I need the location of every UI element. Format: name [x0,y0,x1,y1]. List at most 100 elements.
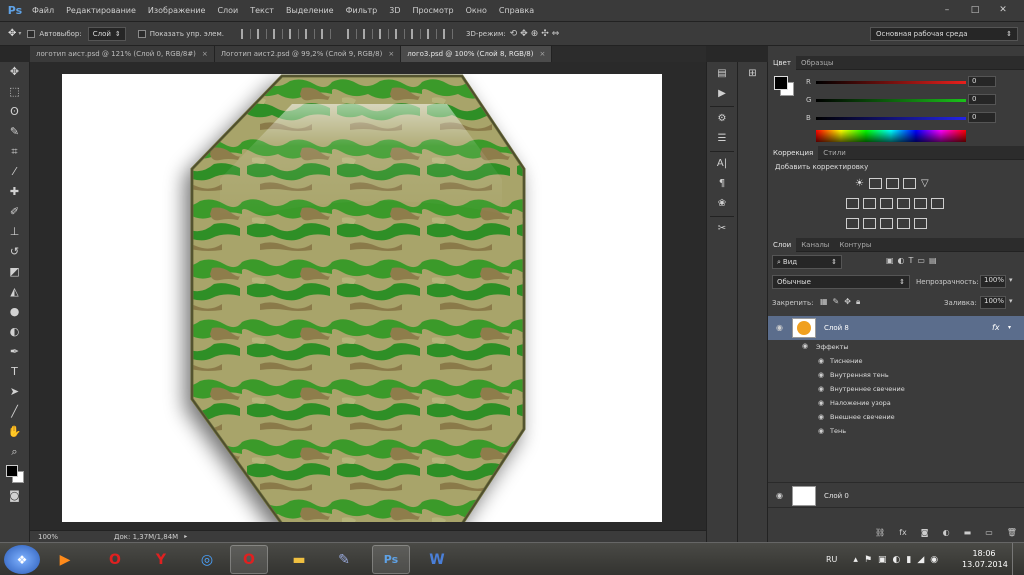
blend-mode-select[interactable]: Обычные ⇕ [772,275,910,289]
eyedropper-tool-icon[interactable]: ⁄ [4,163,26,181]
document-canvas[interactable] [62,74,662,526]
chevron-down-icon[interactable]: ▾ [18,30,21,37]
menu-view[interactable]: Просмотр [413,6,454,15]
mask-icon[interactable]: ◙ [921,528,929,542]
effect-item[interactable]: Тень [830,427,846,435]
foreground-color-swatch[interactable] [774,76,788,90]
fx-badge[interactable]: fx [992,323,1000,332]
folder-icon[interactable]: ▬ [280,545,318,574]
align-bottom-icon[interactable] [272,28,283,39]
chevron-down-icon[interactable]: ▾ [1009,297,1013,305]
photo-filter-icon[interactable] [897,198,910,209]
pen-tool-icon[interactable]: ✒ [4,343,26,361]
close-button[interactable]: ✕ [996,3,1010,17]
align-hcenter-icon[interactable] [304,28,315,39]
eye-icon[interactable]: ◉ [818,357,824,365]
eye-icon[interactable]: ◉ [818,371,824,379]
path-select-tool-icon[interactable]: ➤ [4,383,26,401]
eye-icon[interactable]: ◉ [802,342,808,350]
tray-icons[interactable]: ▴⚑▣◐▮◢◉ [853,555,944,565]
link-icon[interactable]: ⛓ [875,528,885,542]
eye-icon[interactable]: ◉ [776,323,783,332]
color-lookup-icon[interactable] [931,198,944,209]
distribute-hcenter-icon[interactable] [410,28,421,39]
b-value-input[interactable]: 0 [968,112,996,123]
autoselect-select[interactable]: Слой ⇕ [87,26,126,41]
clone-source-icon[interactable]: ✂ [711,221,733,237]
align-left-icon[interactable] [288,28,299,39]
quick-mask-icon[interactable]: ◙ [4,487,26,505]
clock[interactable]: 18:06 13.07.2014 [962,548,1008,570]
posterize-icon[interactable] [863,218,876,229]
align-vcenter-icon[interactable] [256,28,267,39]
slider-r-track[interactable] [816,80,966,84]
zoom-tool-icon[interactable]: ⌕ [4,443,26,461]
chevron-down-icon[interactable]: ▾ [1008,324,1011,331]
doc-info[interactable]: Док: 1,37М/1,84М [114,533,178,541]
color-swatches[interactable] [4,463,26,485]
layer-name[interactable]: Слой 8 [824,324,849,332]
type-tool-icon[interactable]: T [4,363,26,381]
autoselect-checkbox[interactable] [27,29,36,38]
menu-file[interactable]: Файл [32,6,54,15]
effect-item[interactable]: Тиснение [830,357,863,365]
layer-filter-select[interactable]: ⌕ Вид ⇕ [772,255,842,269]
layer-row-selected[interactable]: ◉ Слой 8 fx ▾ [768,316,1024,340]
effect-item[interactable]: Внутренняя тень [830,371,889,379]
brush-presets-icon[interactable]: ☰ [711,131,733,147]
hue-saturation-icon[interactable] [846,198,859,209]
color-balance-icon[interactable] [863,198,876,209]
tab-adjustments[interactable]: Коррекция [768,145,819,160]
blur-tool-icon[interactable]: ● [4,303,26,321]
history-icon[interactable]: ▤ [711,66,733,82]
eraser-tool-icon[interactable]: ◩ [4,263,26,281]
slider-r[interactable]: R [806,76,966,88]
r-value-input[interactable]: 0 [968,76,996,87]
fx-icon[interactable]: fx [899,528,907,542]
yandex-browser-icon[interactable]: Y [142,545,180,574]
tab-layers[interactable]: Слои [768,237,797,252]
media-player-icon[interactable]: ▶ [46,545,84,574]
align-top-icon[interactable] [240,28,251,39]
effect-item[interactable]: Внешнее свечение [830,413,895,421]
lasso-tool-icon[interactable]: ʘ [4,103,26,121]
opera-active-icon[interactable]: O [230,545,268,574]
slider-b-track[interactable] [816,116,966,120]
distribute-top-icon[interactable] [346,28,357,39]
vibrance-icon[interactable]: ▽ [921,178,929,189]
language-indicator[interactable]: RU [826,555,837,564]
tab-logo3[interactable]: лого3.psd @ 100% (Слой 8, RGB/8) × [401,46,553,62]
selective-color-icon[interactable] [897,218,910,229]
close-icon[interactable]: × [388,50,394,58]
folder-icon[interactable]: ▬ [964,528,972,542]
effect-item[interactable]: Внутреннее свечение [830,385,905,393]
maximize-button[interactable]: □ [968,3,982,17]
minimize-button[interactable]: – [940,3,954,17]
brush-tool-icon[interactable]: ✐ [4,203,26,221]
close-icon[interactable]: × [540,50,546,58]
start-button[interactable]: ❖ [4,545,40,574]
distribute-right-icon[interactable] [426,28,437,39]
show-desktop-button[interactable] [1012,543,1024,575]
auto-align-icon[interactable] [442,28,453,39]
menu-type[interactable]: Текст [250,6,274,15]
slider-b[interactable]: B [806,112,966,124]
adjustment-layer-icon[interactable]: ◐ [943,528,950,542]
foreground-color-swatch[interactable] [5,465,18,477]
marquee-tool-icon[interactable]: ⬚ [4,83,26,101]
menu-layer[interactable]: Слои [217,6,238,15]
distribute-bottom-icon[interactable] [378,28,389,39]
threshold-icon[interactable] [880,218,893,229]
align-right-icon[interactable] [320,28,331,39]
properties-icon[interactable]: ⚙ [711,111,733,127]
gradient-map-icon[interactable] [914,218,927,229]
slider-g[interactable]: G [806,94,966,106]
menu-edit[interactable]: Редактирование [66,6,136,15]
zoom-level[interactable]: 100% [38,533,58,541]
paint-icon[interactable]: ✎ [325,545,363,574]
tab-logo-aist[interactable]: логотип аист.psd @ 121% (Слой 0, RGB/8#)… [30,46,215,62]
workspace-select[interactable]: Основная рабочая среда ⇕ [870,27,1018,41]
character-icon[interactable]: A| [711,156,733,172]
opera-icon[interactable]: O [96,545,134,574]
crop-tool-icon[interactable]: ⌗ [4,143,26,161]
